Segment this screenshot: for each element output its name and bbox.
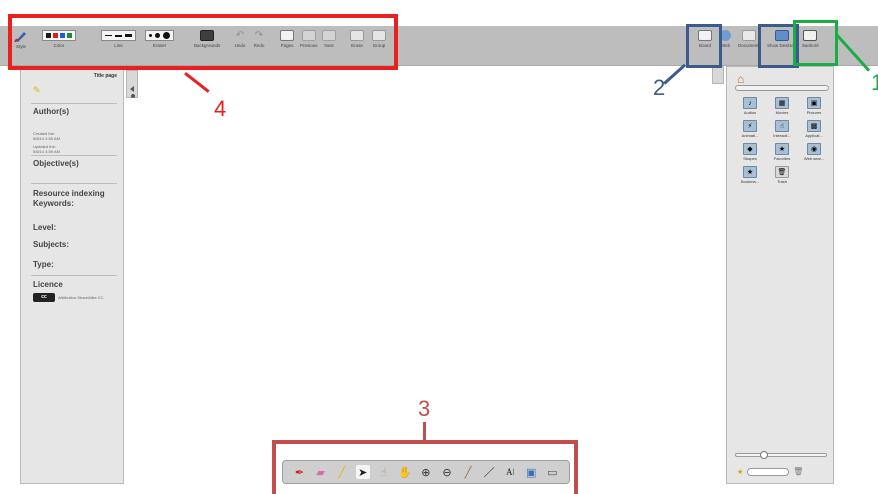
divider <box>31 183 117 184</box>
divider <box>31 155 117 156</box>
library-search-input[interactable] <box>747 467 790 476</box>
thumbnail-size-slider[interactable] <box>735 451 827 459</box>
annotation-line-3 <box>423 422 426 440</box>
library-item-label: Applicat... <box>805 133 823 138</box>
title-page-label: Title page <box>93 73 117 79</box>
web-search-folder-icon: ◉ <box>807 143 821 155</box>
audio-folder-icon: ♪ <box>743 97 757 109</box>
document-properties-panel: Title page ✎ Author(s) Created the: 5/8/… <box>20 66 124 484</box>
library-item-label: Movies <box>775 110 789 115</box>
divider <box>31 103 117 104</box>
library-item-label: Trash <box>776 179 788 184</box>
updated-date: Updated the: 5/8/14 4:59 AM <box>33 144 60 154</box>
right-panel-toggle[interactable] <box>712 66 724 84</box>
library-item-web-search[interactable]: ◉ Web sear... <box>799 143 829 161</box>
created-date: Created the: 5/8/14 4:59 AM <box>33 131 60 141</box>
delete-icon[interactable]: 🗑 <box>793 467 803 476</box>
library-item-audios[interactable]: ♪ Audios <box>735 97 765 115</box>
annotation-line-4 <box>184 72 210 93</box>
library-item-favorites[interactable]: ★ Favorites <box>767 143 797 161</box>
annotation-box-2 <box>686 24 722 68</box>
animations-folder-icon: ⚡ <box>743 120 757 132</box>
shapes-folder-icon: ◆ <box>743 143 757 155</box>
collapse-arrow-icon <box>130 86 134 92</box>
library-item-label: Audios <box>743 110 757 115</box>
licence-heading: Licence <box>33 280 63 289</box>
documents-icon <box>742 30 757 41</box>
library-item-interactivities[interactable]: ☝ Interacti... <box>767 120 797 138</box>
annotation-label-2: 2 <box>653 75 666 100</box>
annotation-line-2 <box>663 63 686 85</box>
library-footer: ★ 🗑 <box>737 467 803 476</box>
pictures-folder-icon: ▣ <box>807 97 821 109</box>
library-panel: ⌂ ♪ Audios ▦ Movies ▣ Pictures ⚡ Animati… <box>726 66 834 484</box>
movies-folder-icon: ▦ <box>775 97 789 109</box>
library-item-label: Web sear... <box>803 156 825 161</box>
annotation-box-4 <box>8 14 398 70</box>
library-item-label: Pictures <box>806 110 822 115</box>
edit-pencil-icon[interactable]: ✎ <box>33 85 41 96</box>
annotation-box-1 <box>793 20 838 66</box>
resource-indexing-heading: Resource indexing <box>33 189 105 198</box>
licence-text: Attribution-ShareAlike CC <box>58 295 104 300</box>
annotation-label-1: 1 <box>871 70 878 95</box>
slider-knob[interactable] <box>760 451 768 459</box>
applications-folder-icon: ▩ <box>807 120 821 132</box>
level-label: Level: <box>33 223 57 232</box>
web-label: Web <box>720 43 731 48</box>
subjects-label: Subjects: <box>33 240 70 249</box>
objectives-heading: Objective(s) <box>33 159 79 168</box>
library-item-label: Shapes <box>743 156 757 161</box>
library-grid: ♪ Audios ▦ Movies ▣ Pictures ⚡ Animati..… <box>735 97 829 184</box>
library-item-movies[interactable]: ▦ Movies <box>767 97 797 115</box>
library-item-label: Bookma... <box>740 179 759 184</box>
annotation-label-4: 4 <box>214 96 227 121</box>
library-item-pictures[interactable]: ▣ Pictures <box>799 97 829 115</box>
authors-heading: Author(s) <box>33 107 69 116</box>
library-item-trash[interactable]: 🗑 Trash <box>767 166 797 184</box>
type-label: Type: <box>33 260 54 269</box>
left-panel-toggle[interactable] <box>126 70 138 98</box>
library-scrollbar[interactable] <box>735 85 829 91</box>
annotation-box-3 <box>272 440 578 494</box>
divider <box>31 275 117 276</box>
panel-dot-icon <box>131 94 135 98</box>
trash-icon: 🗑 <box>775 166 789 178</box>
library-item-animations[interactable]: ⚡ Animati... <box>735 120 765 138</box>
home-icon[interactable]: ⌂ <box>737 72 744 86</box>
library-item-label: Animati... <box>741 133 759 138</box>
favorite-star-icon[interactable]: ★ <box>737 468 743 476</box>
library-item-shapes[interactable]: ◆ Shapes <box>735 143 765 161</box>
annotation-label-3: 3 <box>418 396 431 421</box>
bookmarks-folder-icon: ★ <box>743 166 757 178</box>
favorites-folder-icon: ★ <box>775 143 789 155</box>
keywords-label: Keywords: <box>33 199 74 208</box>
library-item-bookmarks[interactable]: ★ Bookma... <box>735 166 765 184</box>
screenshot-root: Style Color Line Eraser Backgrounds ↶ Un… <box>0 0 878 494</box>
library-item-label: Favorites <box>773 156 791 161</box>
library-item-applications[interactable]: ▩ Applicat... <box>799 120 829 138</box>
creative-commons-badge: cc <box>33 293 55 302</box>
library-item-label: Interacti... <box>773 133 791 138</box>
interactivities-folder-icon: ☝ <box>775 120 789 132</box>
